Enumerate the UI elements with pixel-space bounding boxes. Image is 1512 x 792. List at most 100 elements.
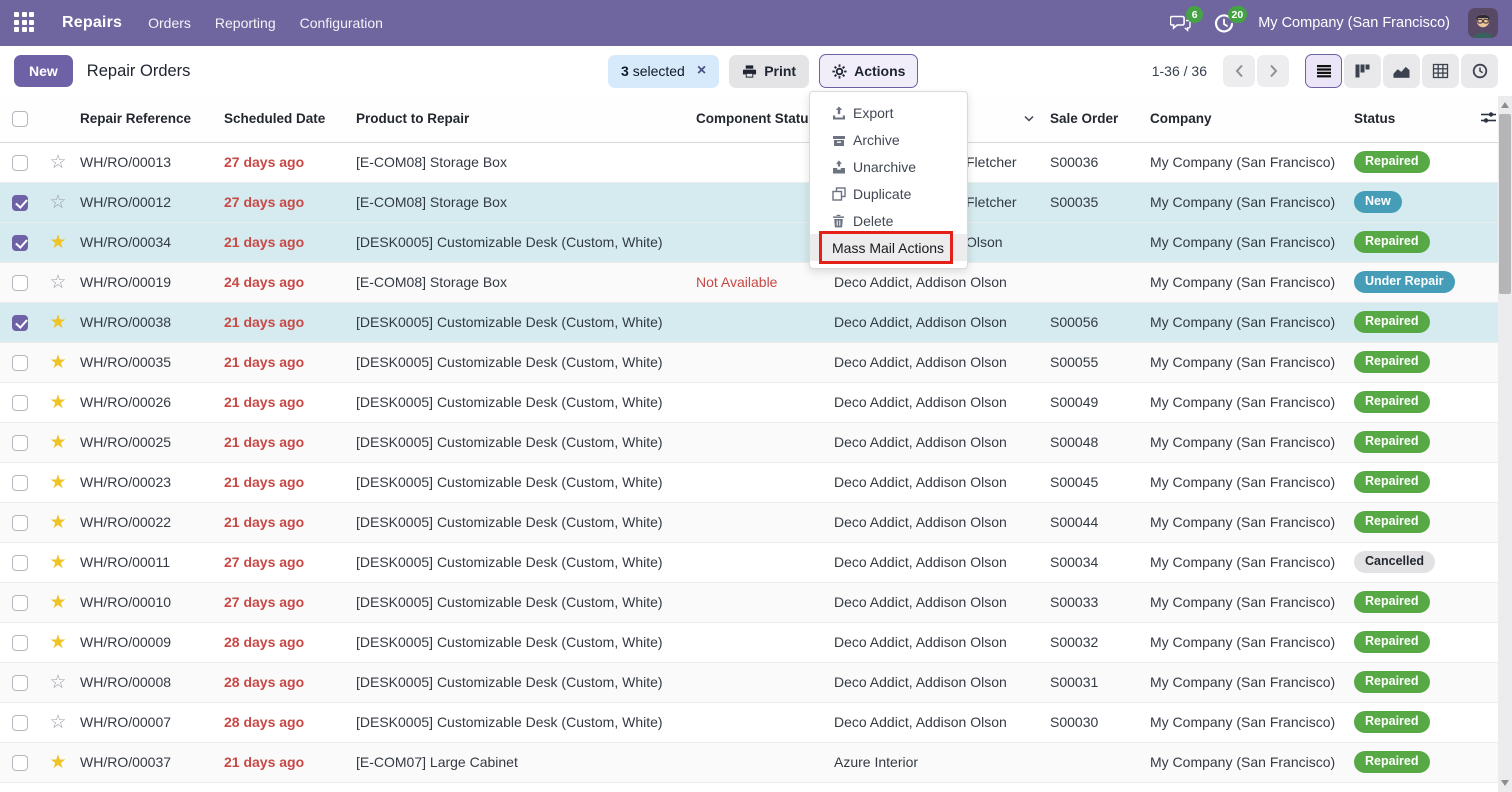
- topbar-menu-configuration[interactable]: Configuration: [300, 15, 383, 31]
- scheduled-date-cell[interactable]: 21 days ago: [220, 422, 352, 462]
- table-row[interactable]: ★WH/RO/0002321 days ago[DESK0005] Custom…: [0, 462, 1498, 502]
- company-cell[interactable]: My Company (San Francisco): [1146, 182, 1350, 222]
- component-status-cell[interactable]: [692, 582, 830, 622]
- company-cell[interactable]: My Company (San Francisco): [1146, 342, 1350, 382]
- priority-star-icon[interactable]: ☆: [49, 672, 66, 693]
- priority-star-icon[interactable]: ☆: [49, 192, 66, 213]
- company-cell[interactable]: My Company (San Francisco): [1146, 622, 1350, 662]
- status-cell[interactable]: Repaired: [1350, 382, 1480, 422]
- component-status-cell[interactable]: [692, 502, 830, 542]
- table-row[interactable]: ☆WH/RO/0000828 days ago[DESK0005] Custom…: [0, 662, 1498, 702]
- status-cell[interactable]: Repaired: [1350, 222, 1480, 262]
- scroll-up-arrow[interactable]: [1498, 98, 1512, 112]
- row-checkbox[interactable]: [12, 755, 28, 771]
- table-row[interactable]: ★WH/RO/0003521 days ago[DESK0005] Custom…: [0, 342, 1498, 382]
- scheduled-date-cell[interactable]: 28 days ago: [220, 662, 352, 702]
- customer-cell[interactable]: Deco Addict, Addison Olson: [830, 702, 1046, 742]
- component-status-cell[interactable]: [692, 302, 830, 342]
- row-checkbox[interactable]: [12, 155, 28, 171]
- user-avatar[interactable]: [1468, 8, 1498, 38]
- repair-reference-cell[interactable]: WH/RO/00008: [76, 662, 220, 702]
- component-status-cell[interactable]: [692, 702, 830, 742]
- priority-star-icon[interactable]: ☆: [49, 272, 66, 293]
- optional-columns-icon[interactable]: [1480, 109, 1497, 129]
- priority-star-icon[interactable]: ★: [49, 592, 66, 613]
- product-cell[interactable]: [E-COM08] Storage Box: [352, 182, 692, 222]
- product-cell[interactable]: [DESK0005] Customizable Desk (Custom, Wh…: [352, 702, 692, 742]
- table-row[interactable]: ★WH/RO/0001027 days ago[DESK0005] Custom…: [0, 582, 1498, 622]
- row-checkbox[interactable]: [12, 275, 28, 291]
- status-cell[interactable]: Repaired: [1350, 422, 1480, 462]
- table-row[interactable]: ★WH/RO/0000928 days ago[DESK0005] Custom…: [0, 622, 1498, 662]
- topbar-menu-orders[interactable]: Orders: [148, 15, 191, 31]
- view-activity-button[interactable]: [1461, 54, 1498, 88]
- scrollbar-thumb[interactable]: [1499, 114, 1511, 294]
- status-cell[interactable]: Repaired: [1350, 582, 1480, 622]
- product-cell[interactable]: [DESK0005] Customizable Desk (Custom, Wh…: [352, 582, 692, 622]
- product-cell[interactable]: [DESK0005] Customizable Desk (Custom, Wh…: [352, 382, 692, 422]
- vertical-scrollbar[interactable]: [1498, 96, 1512, 792]
- repair-reference-cell[interactable]: WH/RO/00035: [76, 342, 220, 382]
- company-cell[interactable]: My Company (San Francisco): [1146, 702, 1350, 742]
- scheduled-date-cell[interactable]: 27 days ago: [220, 582, 352, 622]
- status-cell[interactable]: Repaired: [1350, 622, 1480, 662]
- scheduled-date-cell[interactable]: 21 days ago: [220, 462, 352, 502]
- company-cell[interactable]: My Company (San Francisco): [1146, 542, 1350, 582]
- table-row[interactable]: ★WH/RO/0002621 days ago[DESK0005] Custom…: [0, 382, 1498, 422]
- company-cell[interactable]: My Company (San Francisco): [1146, 662, 1350, 702]
- view-graph-button[interactable]: [1383, 54, 1420, 88]
- repair-reference-cell[interactable]: WH/RO/00034: [76, 222, 220, 262]
- row-checkbox[interactable]: [12, 715, 28, 731]
- customer-cell[interactable]: Deco Addict, Addison Olson: [830, 622, 1046, 662]
- repair-reference-cell[interactable]: WH/RO/00038: [76, 302, 220, 342]
- table-row[interactable]: ☆WH/RO/0001327 days ago[E-COM08] Storage…: [0, 142, 1498, 182]
- scheduled-date-cell[interactable]: 27 days ago: [220, 142, 352, 182]
- row-checkbox[interactable]: [12, 395, 28, 411]
- pager-prev-button[interactable]: [1223, 55, 1255, 87]
- col-company[interactable]: Company: [1146, 96, 1350, 142]
- status-cell[interactable]: New: [1350, 182, 1480, 222]
- sale-order-cell[interactable]: S00031: [1046, 662, 1146, 702]
- actions-button[interactable]: Actions: [819, 54, 918, 88]
- scheduled-date-cell[interactable]: 21 days ago: [220, 742, 352, 782]
- sale-order-cell[interactable]: [1046, 742, 1146, 782]
- company-cell[interactable]: My Company (San Francisco): [1146, 142, 1350, 182]
- product-cell[interactable]: [E-COM07] Large Cabinet: [352, 742, 692, 782]
- menu-item-unarchive[interactable]: Unarchive: [810, 153, 967, 180]
- sale-order-cell[interactable]: S00035: [1046, 182, 1146, 222]
- sale-order-cell[interactable]: S00033: [1046, 582, 1146, 622]
- repair-reference-cell[interactable]: WH/RO/00019: [76, 262, 220, 302]
- status-cell[interactable]: Under Repair: [1350, 262, 1480, 302]
- priority-star-icon[interactable]: ★: [49, 432, 66, 453]
- component-status-cell[interactable]: [692, 622, 830, 662]
- status-cell[interactable]: Repaired: [1350, 502, 1480, 542]
- row-checkbox[interactable]: [12, 355, 28, 371]
- component-status-cell[interactable]: [692, 542, 830, 582]
- product-cell[interactable]: [DESK0005] Customizable Desk (Custom, Wh…: [352, 542, 692, 582]
- sale-order-cell[interactable]: S00032: [1046, 622, 1146, 662]
- status-cell[interactable]: Cancelled: [1350, 542, 1480, 582]
- row-checkbox[interactable]: [12, 315, 28, 331]
- status-cell[interactable]: Repaired: [1350, 302, 1480, 342]
- sale-order-cell[interactable]: S00030: [1046, 702, 1146, 742]
- priority-star-icon[interactable]: ★: [49, 352, 66, 373]
- topbar-menu-reporting[interactable]: Reporting: [215, 15, 276, 31]
- priority-star-icon[interactable]: ★: [49, 752, 66, 773]
- sale-order-cell[interactable]: S00055: [1046, 342, 1146, 382]
- customer-cell[interactable]: Azure Interior: [830, 742, 1046, 782]
- product-cell[interactable]: [DESK0005] Customizable Desk (Custom, Wh…: [352, 222, 692, 262]
- priority-star-icon[interactable]: ★: [49, 552, 66, 573]
- col-repair-reference[interactable]: Repair Reference: [76, 96, 220, 142]
- row-checkbox[interactable]: [12, 675, 28, 691]
- table-row[interactable]: ★WH/RO/0003421 days ago[DESK0005] Custom…: [0, 222, 1498, 262]
- row-checkbox[interactable]: [12, 515, 28, 531]
- table-row[interactable]: ★WH/RO/0001127 days ago[DESK0005] Custom…: [0, 542, 1498, 582]
- sale-order-cell[interactable]: S00045: [1046, 462, 1146, 502]
- company-cell[interactable]: My Company (San Francisco): [1146, 262, 1350, 302]
- scheduled-date-cell[interactable]: 28 days ago: [220, 702, 352, 742]
- table-row[interactable]: ★WH/RO/0003821 days ago[DESK0005] Custom…: [0, 302, 1498, 342]
- scheduled-date-cell[interactable]: 21 days ago: [220, 382, 352, 422]
- scheduled-date-cell[interactable]: 28 days ago: [220, 622, 352, 662]
- menu-item-archive[interactable]: Archive: [810, 126, 967, 153]
- sale-order-cell[interactable]: S00034: [1046, 542, 1146, 582]
